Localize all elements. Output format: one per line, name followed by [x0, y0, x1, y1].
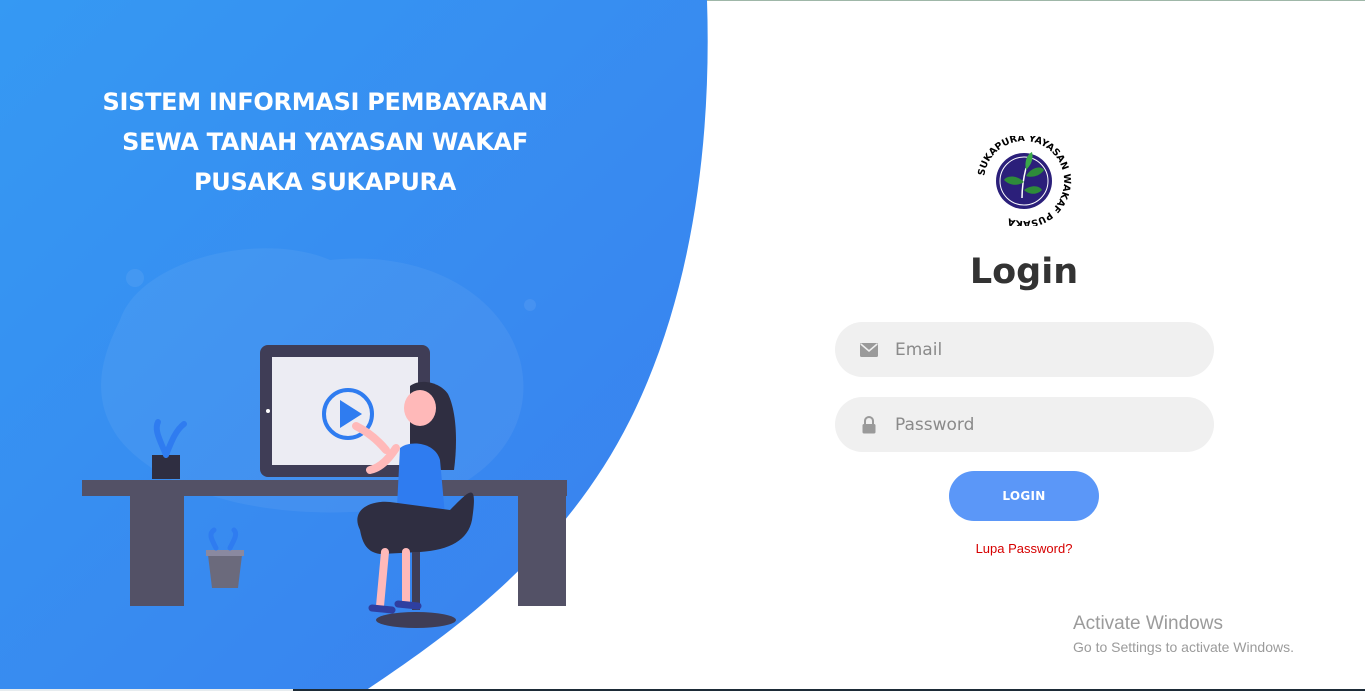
login-page: SISTEM INFORMASI PEMBAYARAN SEWA TANAH Y… [0, 0, 1365, 691]
windows-activation-watermark: Activate Windows Go to Settings to activ… [1073, 612, 1294, 658]
login-panel: SUKAPURA YAYASAN WAKAF PUSAKA Login Emai… [720, 0, 1365, 691]
activate-title: Activate Windows [1073, 613, 1223, 634]
email-input[interactable] [895, 329, 1195, 370]
activate-subtitle: Go to Settings to activate Windows. [1073, 639, 1294, 655]
password-field-container [835, 397, 1214, 452]
headline-line-1: SISTEM INFORMASI PEMBAYARAN [102, 88, 548, 116]
envelope-icon [859, 340, 879, 360]
leaf-seal-icon: SUKAPURA YAYASAN WAKAF PUSAKA [976, 136, 1072, 226]
lock-icon [859, 415, 879, 435]
login-title: Login [969, 252, 1079, 292]
app-headline: SISTEM INFORMASI PEMBAYARAN SEWA TANAH Y… [70, 82, 580, 202]
password-input[interactable] [895, 404, 1195, 445]
forgot-password-link[interactable]: Lupa Password? [934, 541, 1114, 556]
hero-panel: SISTEM INFORMASI PEMBAYARAN SEWA TANAH Y… [0, 0, 720, 691]
login-button[interactable]: LOGIN [949, 471, 1099, 521]
woman-at-desk-illustration [82, 345, 567, 628]
headline-line-2: SEWA TANAH YAYASAN WAKAF [122, 128, 528, 156]
headline-line-3: PUSAKA SUKAPURA [193, 168, 457, 196]
email-field-container [835, 322, 1214, 377]
